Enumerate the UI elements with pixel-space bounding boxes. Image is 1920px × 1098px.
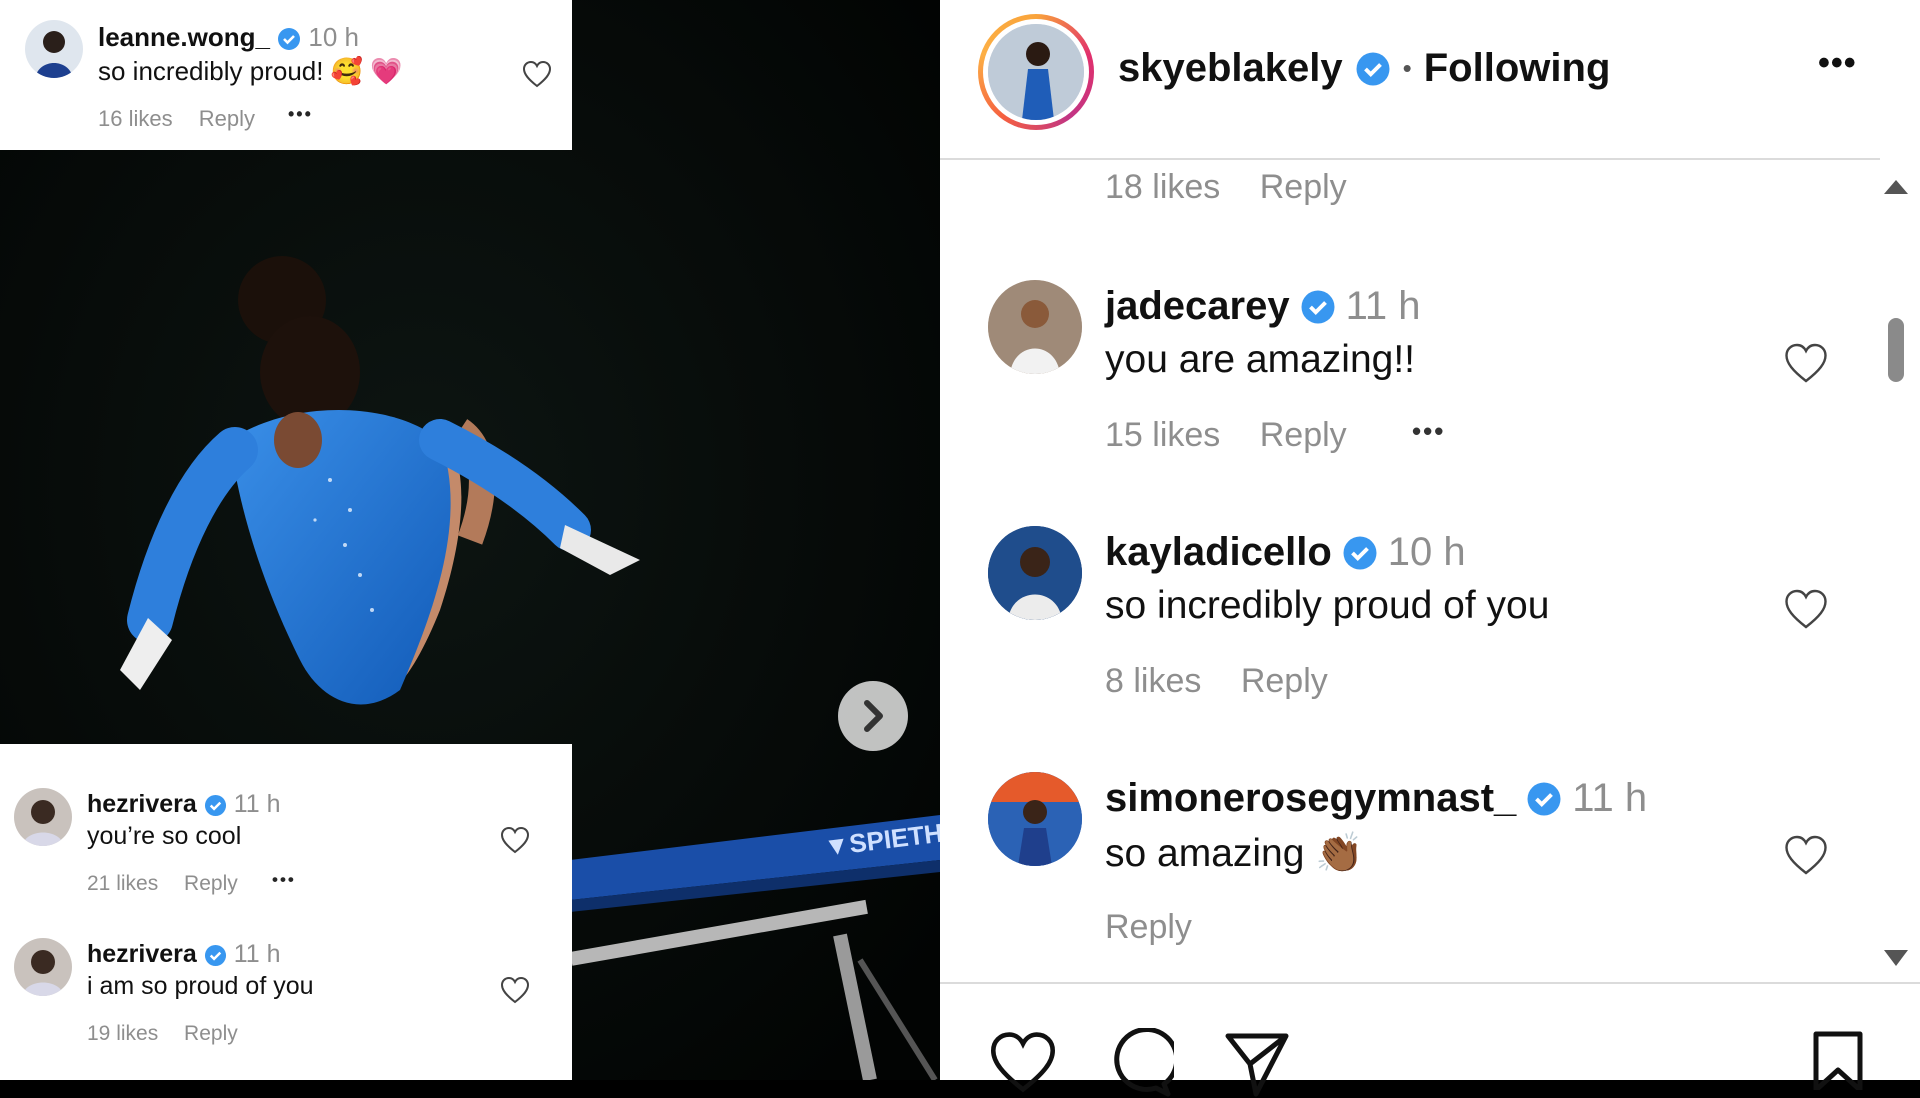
scrollbar-thumb[interactable] — [1888, 318, 1904, 382]
avatar[interactable] — [988, 280, 1082, 374]
avatar[interactable] — [14, 938, 72, 996]
story-avatar[interactable] — [978, 14, 1094, 130]
comment-username[interactable]: kayladicello — [1105, 530, 1332, 575]
comment-text: so incredibly proud! — [98, 56, 324, 86]
scroll-down-arrow-icon[interactable] — [1884, 950, 1908, 966]
reply-button[interactable]: Reply — [1260, 168, 1347, 206]
comment-time: 11 h — [1345, 284, 1421, 328]
comment-username[interactable]: jadecarey — [1105, 284, 1290, 329]
comment-text: so incredibly proud of you — [1105, 584, 1550, 627]
verified-icon — [1343, 536, 1377, 569]
comments-panel: skyeblakely • Following ••• 18 likes Rep… — [940, 0, 1920, 1097]
overlay-comment-top: leanne.wong_ 10 h so incredibly proud! 🥰… — [0, 0, 572, 150]
avatar[interactable] — [988, 526, 1082, 620]
share-icon[interactable] — [1222, 1028, 1292, 1098]
like-comment-icon[interactable] — [500, 976, 530, 1004]
comment-text: you are amazing!! — [1105, 338, 1416, 381]
post-author-username[interactable]: skyeblakely — [1118, 46, 1343, 91]
comment-likes[interactable]: 15 likes — [1105, 416, 1220, 454]
verified-icon — [204, 794, 226, 816]
comment-likes[interactable]: 21 likes — [87, 872, 158, 895]
save-icon[interactable] — [1810, 1030, 1866, 1090]
avatar[interactable] — [25, 20, 83, 78]
like-comment-icon[interactable] — [1783, 834, 1829, 876]
overlay-comments-bottom: hezrivera 11 h you’re so cool 21 likes R… — [0, 744, 572, 1080]
post-header: skyeblakely • Following ••• — [940, 0, 1880, 160]
scrollbar[interactable] — [1872, 160, 1920, 980]
like-comment-icon[interactable] — [522, 60, 552, 88]
reply-button[interactable]: Reply — [184, 872, 238, 895]
comment-time: 11 h — [1572, 776, 1648, 820]
verified-icon — [1301, 290, 1335, 323]
comment-time: 10 h — [1387, 530, 1466, 574]
reply-button[interactable]: Reply — [199, 106, 255, 131]
verified-icon — [278, 28, 301, 51]
next-photo-button[interactable] — [838, 681, 908, 751]
verified-icon — [1527, 782, 1561, 815]
comment-text: you’re so cool — [87, 822, 242, 850]
comment-time: 11 h — [233, 940, 281, 968]
separator-dot: • — [1402, 53, 1412, 83]
like-comment-icon[interactable] — [1783, 588, 1829, 630]
reply-button[interactable]: Reply — [184, 1022, 238, 1045]
comment-text: i am so proud of you — [87, 972, 314, 1000]
comment-likes[interactable]: 19 likes — [87, 1022, 158, 1045]
comment-likes[interactable]: 8 likes — [1105, 662, 1201, 700]
avatar[interactable] — [14, 788, 72, 846]
like-comment-icon[interactable] — [1783, 342, 1829, 384]
more-options-button[interactable]: ••• — [272, 870, 296, 890]
comment-username[interactable]: hezrivera — [87, 790, 197, 818]
chevron-right-icon — [864, 700, 883, 732]
comment-username[interactable]: leanne.wong_ — [98, 22, 270, 52]
more-options-button[interactable]: ••• — [288, 104, 313, 125]
comment-text: so amazing — [1105, 832, 1305, 875]
like-comment-icon[interactable] — [500, 826, 530, 854]
verified-icon — [1356, 52, 1390, 85]
comment-time: 11 h — [233, 790, 281, 818]
more-options-button[interactable]: ••• — [1412, 416, 1445, 447]
reply-button[interactable]: Reply — [1105, 908, 1192, 946]
comment-username[interactable]: hezrivera — [87, 940, 197, 968]
post-options-button[interactable]: ••• — [1818, 44, 1857, 83]
comment-likes[interactable]: 16 likes — [98, 106, 173, 131]
verified-icon — [204, 944, 226, 966]
comment-emoji: 👏🏾 — [1315, 832, 1364, 875]
like-icon[interactable] — [988, 1030, 1058, 1094]
reply-button[interactable]: Reply — [1260, 416, 1347, 454]
comment-username[interactable]: simonerosegymnast_ — [1105, 776, 1516, 821]
reply-button[interactable]: Reply — [1241, 662, 1328, 700]
comment-time: 10 h — [308, 22, 359, 52]
avatar[interactable] — [988, 772, 1082, 866]
post-action-bar — [940, 982, 1920, 1097]
comment-icon[interactable] — [1104, 1028, 1174, 1098]
comment-emoji: 🥰 💗 — [330, 56, 403, 86]
comment-likes[interactable]: 18 likes — [1105, 168, 1220, 206]
scroll-up-arrow-icon[interactable] — [1884, 180, 1908, 194]
following-button[interactable]: Following — [1424, 46, 1611, 91]
